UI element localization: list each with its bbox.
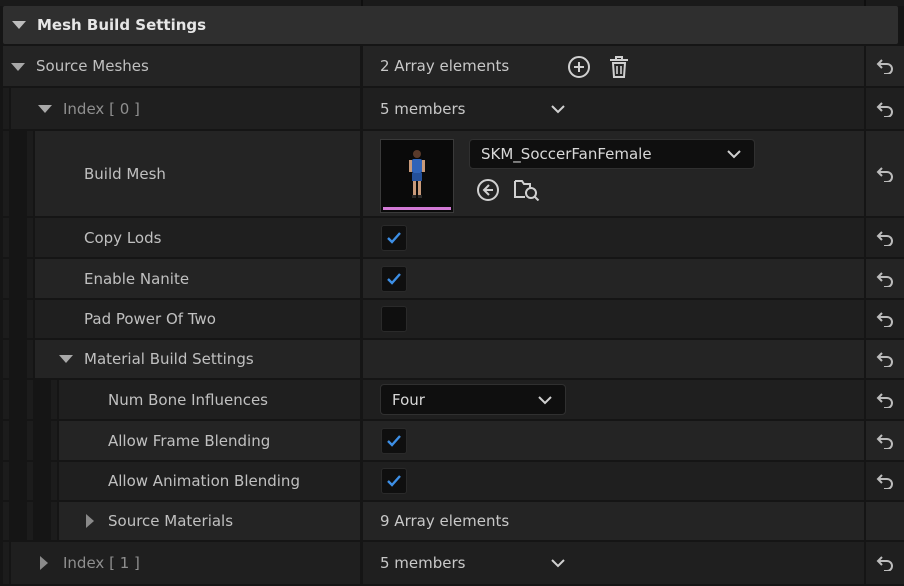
index-1-value: 5 members bbox=[380, 554, 466, 572]
row-num-bone-influences: Num Bone Influences Four bbox=[0, 380, 904, 419]
num-bone-influences-label: Num Bone Influences bbox=[108, 390, 268, 409]
allow-animation-blending-checkbox[interactable] bbox=[381, 468, 407, 494]
reset-arrow-icon[interactable] bbox=[866, 218, 904, 257]
source-meshes-value: 2 Array elements bbox=[380, 57, 510, 75]
material-build-settings-label: Material Build Settings bbox=[84, 350, 254, 368]
enable-nanite-checkbox[interactable] bbox=[381, 265, 407, 292]
pad-power-of-two-checkbox[interactable] bbox=[381, 306, 407, 332]
expand-triangle-icon[interactable] bbox=[59, 355, 73, 363]
expand-triangle-icon[interactable] bbox=[40, 556, 48, 570]
row-source-meshes: Source Meshes 2 Array elements bbox=[0, 46, 904, 86]
reset-arrow-icon[interactable] bbox=[866, 131, 904, 216]
row-allow-frame-blending: Allow Frame Blending bbox=[0, 421, 904, 460]
index-label: Index bbox=[63, 554, 105, 572]
index-label: Index bbox=[63, 99, 105, 118]
source-materials-label: Source Materials bbox=[108, 512, 234, 530]
mesh-thumbnail[interactable] bbox=[380, 139, 454, 213]
folder-search-icon[interactable] bbox=[514, 177, 540, 205]
row-build-mesh: Build Mesh SKM_SoccerFanFemale bbox=[0, 131, 904, 216]
expand-triangle-icon[interactable] bbox=[86, 514, 94, 528]
row-allow-animation-blending: Allow Animation Blending bbox=[0, 462, 904, 500]
reset-arrow-icon[interactable] bbox=[866, 46, 904, 86]
row-index-1: Index [ 1 ] 5 members bbox=[0, 542, 904, 584]
enable-nanite-label: Enable Nanite bbox=[84, 269, 190, 288]
num-bone-influences-dropdown[interactable]: Four bbox=[380, 384, 566, 415]
row-enable-nanite: Enable Nanite bbox=[0, 259, 904, 298]
reset-arrow-icon[interactable] bbox=[866, 259, 904, 298]
plus-circle-icon[interactable] bbox=[567, 55, 591, 83]
index-number: [ 1 ] bbox=[109, 554, 140, 572]
copy-lods-checkbox[interactable] bbox=[381, 224, 407, 251]
index-0-value: 5 members bbox=[380, 99, 466, 118]
reset-arrow-icon[interactable] bbox=[866, 340, 904, 378]
thumbnail-underline bbox=[383, 207, 451, 210]
trash-icon[interactable] bbox=[608, 55, 630, 83]
row-source-materials: Source Materials 9 Array elements bbox=[0, 502, 904, 540]
chevron-down-icon[interactable] bbox=[550, 100, 566, 118]
allow-frame-blending-checkbox[interactable] bbox=[381, 427, 407, 454]
num-bone-influences-value: Four bbox=[392, 390, 425, 409]
source-materials-value: 9 Array elements bbox=[380, 512, 510, 530]
row-pad-power-of-two: Pad Power Of Two bbox=[0, 300, 904, 338]
expand-triangle-icon[interactable] bbox=[38, 105, 52, 113]
allow-frame-blending-label: Allow Frame Blending bbox=[108, 431, 271, 450]
reset-arrow-icon[interactable] bbox=[866, 421, 904, 460]
reset-arrow-icon[interactable] bbox=[866, 542, 904, 584]
chevron-down-icon[interactable] bbox=[550, 554, 566, 572]
index-number: [ 0 ] bbox=[109, 99, 140, 118]
reset-arrow-icon[interactable] bbox=[866, 380, 904, 419]
reset-arrow-icon[interactable] bbox=[866, 88, 904, 129]
reset-arrow-icon[interactable] bbox=[866, 462, 904, 500]
asset-dropdown[interactable]: SKM_SoccerFanFemale bbox=[469, 139, 755, 169]
build-mesh-label: Build Mesh bbox=[84, 164, 166, 183]
arrow-left-circle-icon[interactable] bbox=[476, 178, 500, 206]
asset-name: SKM_SoccerFanFemale bbox=[481, 145, 652, 163]
source-meshes-label: Source Meshes bbox=[36, 57, 149, 75]
chevron-down-icon bbox=[537, 391, 553, 409]
expand-triangle-icon[interactable] bbox=[11, 63, 25, 71]
section-header-mesh-build-settings[interactable]: Mesh Build Settings bbox=[3, 6, 898, 44]
row-material-build-settings: Material Build Settings bbox=[0, 340, 904, 378]
reset-arrow-icon[interactable] bbox=[866, 300, 904, 338]
row-copy-lods: Copy Lods bbox=[0, 218, 904, 257]
chevron-down-icon bbox=[726, 145, 742, 163]
allow-animation-blending-label: Allow Animation Blending bbox=[108, 472, 300, 490]
copy-lods-label: Copy Lods bbox=[84, 228, 162, 247]
collapse-triangle-icon[interactable] bbox=[12, 21, 26, 29]
row-index-0: Index [ 0 ] 5 members bbox=[0, 88, 904, 129]
pad-power-of-two-label: Pad Power Of Two bbox=[84, 310, 216, 328]
section-title: Mesh Build Settings bbox=[37, 16, 207, 34]
